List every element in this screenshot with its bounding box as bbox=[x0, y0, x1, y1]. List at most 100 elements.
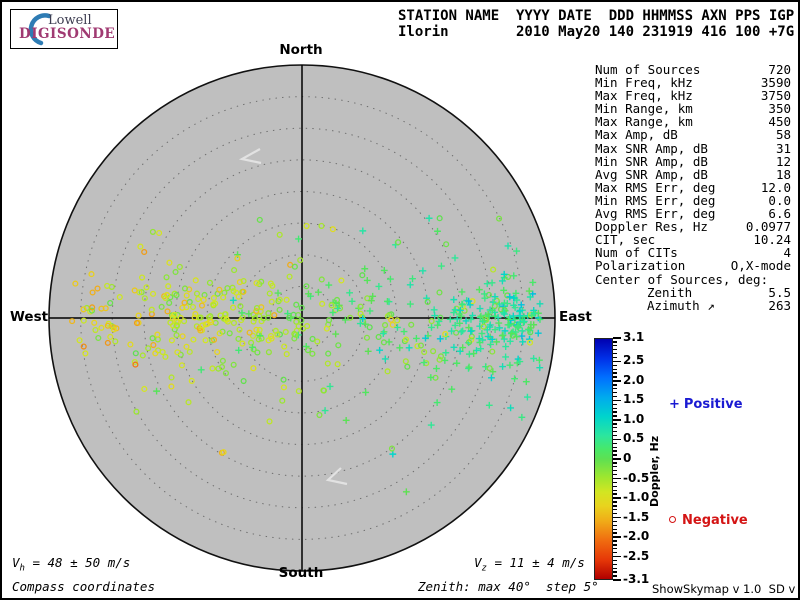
doppler-axis-label: Doppler, Hz bbox=[648, 436, 661, 507]
colorbar-tick bbox=[613, 431, 617, 432]
stat-label: Max RMS Err, deg bbox=[595, 181, 715, 194]
colorbar-tick bbox=[613, 341, 617, 342]
legend-negative: Negative bbox=[669, 513, 748, 528]
colorbar-tick-label: 1.5 bbox=[623, 392, 644, 407]
colorbar-tick bbox=[613, 466, 617, 467]
colorbar-tick bbox=[613, 384, 617, 385]
stat-row: Max RMS Err, deg 12.0 bbox=[595, 181, 791, 194]
colorbar-tick bbox=[613, 376, 617, 377]
colorbar-tick-label: 3.1 bbox=[623, 330, 644, 345]
app-window: Lowell DIGISONDE STATION NAME YYYY DATE … bbox=[0, 0, 800, 600]
colorbar-tick bbox=[613, 540, 617, 541]
colorbar-tick bbox=[613, 544, 617, 545]
compass-label-west: West bbox=[10, 309, 46, 325]
colorbar-tick bbox=[613, 435, 617, 436]
version-label: ShowSkymap v 1.0 SD v 5.0 bbox=[652, 582, 800, 596]
colorbar-tick bbox=[613, 372, 617, 373]
colorbar-tick bbox=[613, 509, 617, 510]
colorbar-tick bbox=[613, 404, 617, 405]
colorbar-tick bbox=[613, 501, 617, 502]
stat-row: Min SNR Amp, dB12 bbox=[595, 155, 791, 168]
stat-label: Max SNR Amp, dB bbox=[595, 142, 708, 155]
zenith-scale-note: Zenith: max 40° step 5° bbox=[418, 579, 599, 594]
legend-positive-label: Positive bbox=[684, 397, 743, 412]
colorbar-tick bbox=[613, 571, 617, 572]
colorbar-tick bbox=[613, 388, 617, 389]
colorbar-tick bbox=[613, 349, 617, 350]
colorbar-tick bbox=[613, 497, 621, 498]
stat-label: Center of Sources, deg: bbox=[595, 273, 768, 286]
colorbar-tick-label: 1.0 bbox=[623, 412, 644, 427]
colorbar-tick-label: -1.5 bbox=[623, 510, 649, 525]
stat-value: 12.0 bbox=[761, 181, 791, 194]
colorbar-tick bbox=[613, 419, 621, 420]
colorbar-tick bbox=[613, 536, 621, 537]
colorbar-tick bbox=[613, 423, 617, 424]
colorbar-tick bbox=[613, 447, 617, 448]
stat-label: Polarization bbox=[595, 259, 685, 272]
colorbar-tick bbox=[613, 548, 617, 549]
stat-value: O,X-mode bbox=[731, 259, 791, 272]
colorbar-tick-label: -0.5 bbox=[623, 471, 649, 486]
colorbar-tick bbox=[613, 454, 617, 455]
colorbar-tick bbox=[613, 415, 617, 416]
colorbar-tick bbox=[613, 369, 617, 370]
stat-label: Max Amp, dB bbox=[595, 128, 678, 141]
colorbar-tick bbox=[613, 439, 621, 440]
colorbar-tick-label: 0 bbox=[623, 451, 631, 466]
colorbar-tick bbox=[613, 482, 617, 483]
colorbar-tick bbox=[613, 400, 621, 401]
coordinates-note: Compass coordinates bbox=[12, 579, 155, 594]
colorbar-tick bbox=[613, 458, 621, 459]
vertical-velocity-readout: Vz = 11 ± 4 m/s bbox=[474, 555, 585, 574]
colorbar-tick bbox=[613, 474, 617, 475]
stat-row: Avg SNR Amp, dB 18 bbox=[595, 168, 791, 181]
stat-row: Max SNR Amp, dB 31 bbox=[595, 142, 791, 155]
colorbar-tick-label: 0.5 bbox=[623, 431, 644, 446]
colorbar-tick bbox=[613, 427, 617, 428]
colorbar-tick bbox=[613, 560, 617, 561]
legend-negative-label: Negative bbox=[682, 513, 748, 528]
colorbar-tick bbox=[613, 411, 617, 412]
colorbar-tick bbox=[613, 517, 621, 518]
compass-label-south: South bbox=[279, 565, 324, 581]
colorbar-tick bbox=[613, 490, 617, 491]
positive-marker-icon: + bbox=[669, 397, 680, 412]
colorbar-tick bbox=[613, 525, 617, 526]
colorbar-tick-label: -2.0 bbox=[623, 529, 649, 544]
stat-value: 263 bbox=[768, 299, 791, 312]
colorbar-tick bbox=[613, 575, 617, 576]
stat-row: Azimuth ↗ 263 bbox=[595, 299, 791, 312]
legend-positive: + Positive bbox=[669, 397, 743, 412]
stat-label: Avg SNR Amp, dB bbox=[595, 168, 708, 181]
compass-label-east: East bbox=[559, 309, 592, 325]
colorbar-tick-label: -3.1 bbox=[623, 572, 649, 587]
colorbar-tick bbox=[613, 529, 617, 530]
colorbar-tick bbox=[613, 353, 617, 354]
colorbar-tick bbox=[613, 380, 621, 381]
stat-label: Azimuth ↗ bbox=[647, 299, 715, 312]
colorbar-tick bbox=[613, 568, 617, 569]
colorbar-tick bbox=[613, 396, 617, 397]
colorbar-tick-label: -2.5 bbox=[623, 549, 649, 564]
colorbar-tick bbox=[613, 408, 617, 409]
colorbar-tick bbox=[613, 552, 617, 553]
stat-value: 18 bbox=[776, 168, 791, 181]
stat-value: 58 bbox=[776, 128, 791, 141]
stats-panel: Num of Sources720Min Freq, kHz3590Max Fr… bbox=[595, 63, 791, 312]
colorbar-tick-label: -1.0 bbox=[623, 490, 649, 505]
colorbar-tick bbox=[613, 443, 617, 444]
stat-row: Zenith5.5 bbox=[595, 286, 791, 299]
colorbar-tick bbox=[613, 478, 621, 479]
colorbar-tick bbox=[613, 532, 617, 533]
colorbar-tick bbox=[613, 564, 617, 565]
stat-value: 5.5 bbox=[768, 286, 791, 299]
colorbar-tick bbox=[613, 357, 617, 358]
colorbar-tick bbox=[613, 450, 617, 451]
stat-label: Min SNR Amp, dB bbox=[595, 155, 708, 168]
horizontal-velocity-readout: Vh = 48 ± 50 m/s bbox=[12, 555, 130, 574]
stat-value: 31 bbox=[776, 142, 791, 155]
colorbar-tick-label: 2.0 bbox=[623, 373, 644, 388]
negative-marker-icon bbox=[669, 516, 676, 523]
compass-label-north: North bbox=[279, 42, 322, 58]
